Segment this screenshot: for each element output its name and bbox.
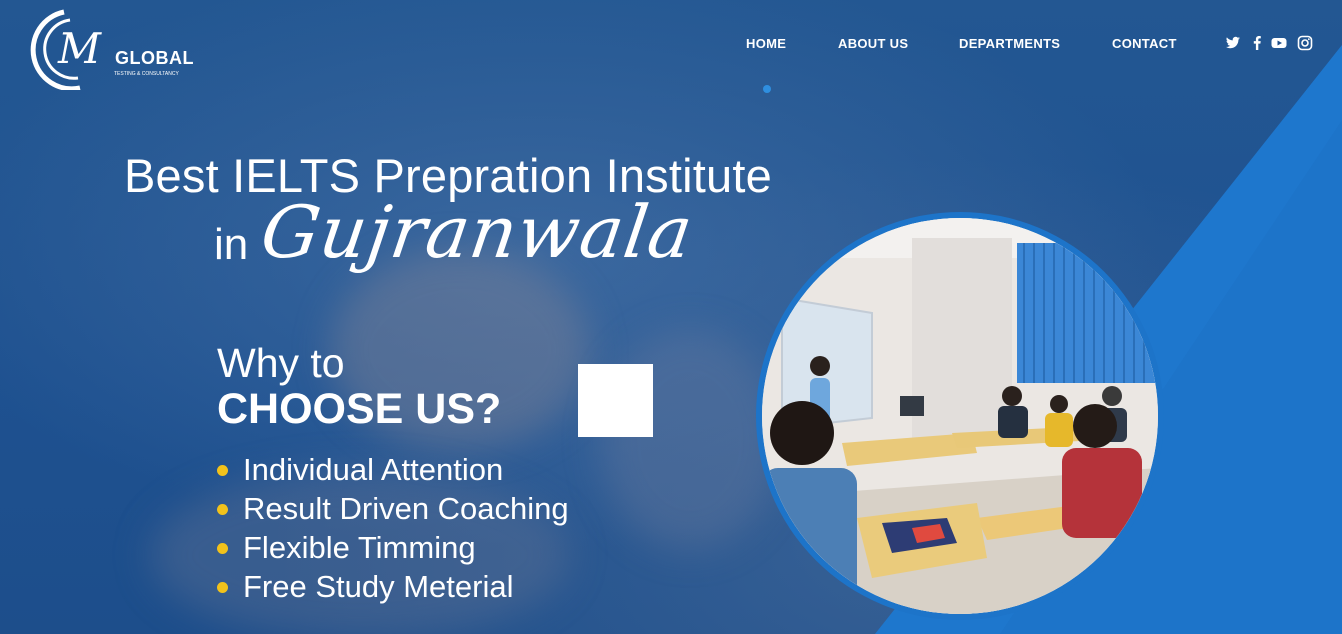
nav-active-indicator bbox=[763, 85, 771, 93]
hero-city-script: Gujranwala bbox=[256, 190, 699, 274]
why-to-heading: Why to bbox=[217, 340, 345, 386]
nav-item-home[interactable]: HOME bbox=[746, 36, 786, 51]
youtube-icon[interactable] bbox=[1271, 35, 1287, 51]
classroom-photo-frame bbox=[756, 212, 1164, 620]
white-square-decoration bbox=[578, 364, 653, 437]
bullet-dot-icon bbox=[217, 465, 228, 476]
logo-tagline: TESTING & CONSULTANCY bbox=[114, 71, 179, 77]
hero-banner bbox=[0, 0, 1342, 634]
nav-item-contact[interactable]: CONTACT bbox=[1112, 36, 1177, 51]
nav-item-departments[interactable]: DEPARTMENTS bbox=[959, 36, 1060, 51]
bullet-dot-icon bbox=[217, 582, 228, 593]
facebook-icon[interactable] bbox=[1249, 35, 1265, 51]
choose-us-heading: CHOOSE US? bbox=[217, 385, 502, 433]
feature-list: Individual Attention Result Driven Coach… bbox=[217, 452, 569, 608]
feature-item: Free Study Meterial bbox=[217, 569, 569, 608]
feature-item: Individual Attention bbox=[217, 452, 569, 491]
feature-text: Result Driven Coaching bbox=[243, 491, 569, 526]
instagram-icon[interactable] bbox=[1297, 35, 1313, 51]
nav-item-about-us[interactable]: ABOUT US bbox=[838, 36, 908, 51]
feature-item: Flexible Timming bbox=[217, 530, 569, 569]
classroom-illustration bbox=[762, 218, 1158, 614]
feature-text: Individual Attention bbox=[243, 452, 504, 487]
main-nav: HOME ABOUT US DEPARTMENTS CONTACT bbox=[0, 36, 1342, 56]
bullet-dot-icon bbox=[217, 504, 228, 515]
twitter-icon[interactable] bbox=[1225, 35, 1241, 51]
feature-text: Free Study Meterial bbox=[243, 569, 514, 604]
feature-item: Result Driven Coaching bbox=[217, 491, 569, 530]
diagonal-accent-shape bbox=[875, 45, 1342, 634]
feature-text: Flexible Timming bbox=[243, 530, 476, 565]
bullet-dot-icon bbox=[217, 543, 228, 554]
hero-in-word: in bbox=[214, 220, 249, 269]
classroom-photo bbox=[762, 218, 1158, 614]
